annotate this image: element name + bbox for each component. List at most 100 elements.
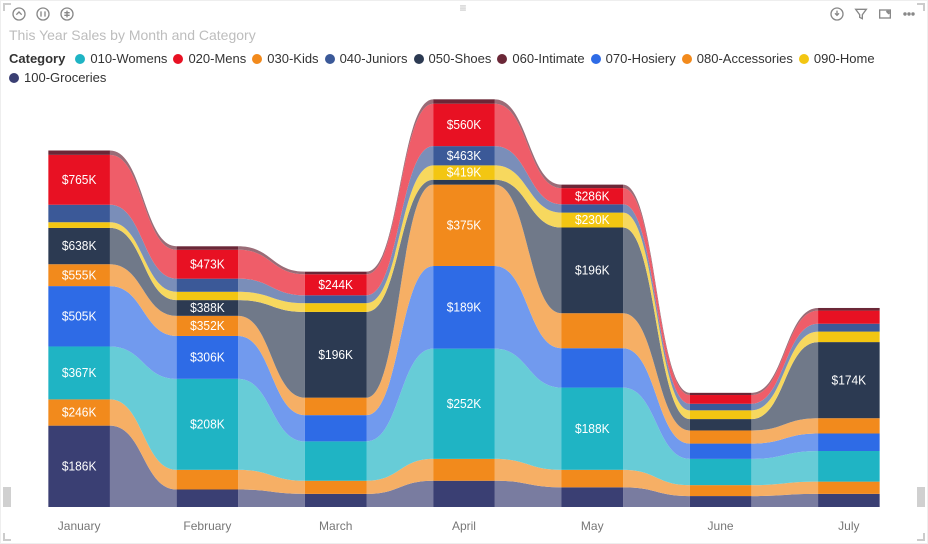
ribbon-segment[interactable]: [177, 246, 239, 249]
legend-text: 080-Accessories: [697, 51, 793, 66]
ribbon-segment[interactable]: [561, 313, 623, 348]
filter-icon[interactable]: [850, 3, 872, 25]
ribbon-segment[interactable]: [433, 180, 495, 185]
ribbon-segment[interactable]: [48, 205, 110, 222]
legend-item[interactable]: 060-Intimate: [497, 51, 584, 66]
data-label: $555K: [62, 268, 97, 282]
x-tick: March: [272, 519, 400, 533]
data-label: $560K: [447, 118, 482, 132]
ribbon-segment[interactable]: [690, 485, 752, 496]
legend-swatch: [414, 54, 424, 64]
legend-text: 030-Kids: [267, 51, 318, 66]
ribbon-segment[interactable]: [177, 279, 239, 292]
ribbon-segment[interactable]: [690, 393, 752, 395]
focus-mode-icon[interactable]: [874, 3, 896, 25]
legend-text: 050-Shoes: [429, 51, 492, 66]
ribbon-segment[interactable]: [305, 481, 367, 494]
resize-handle[interactable]: [917, 3, 925, 11]
ribbon-segment[interactable]: [305, 494, 367, 507]
x-tick: April: [400, 519, 528, 533]
data-label: $352K: [190, 319, 225, 333]
drill-down-icon[interactable]: [32, 3, 54, 25]
ribbon-segment[interactable]: [690, 496, 752, 507]
resize-handle[interactable]: [3, 3, 11, 11]
ribbon-segment[interactable]: [818, 482, 880, 494]
ribbon-segment[interactable]: [690, 419, 752, 430]
ribbon-segment[interactable]: [818, 494, 880, 507]
ribbon-segment[interactable]: [177, 470, 239, 490]
data-label: $244K: [318, 278, 353, 292]
legend-swatch: [173, 54, 183, 64]
ribbon-segment[interactable]: [48, 222, 110, 228]
ribbon-segment[interactable]: [305, 415, 367, 441]
drill-up-icon[interactable]: [8, 3, 30, 25]
ribbon-segment[interactable]: [818, 332, 880, 342]
ribbon-segment[interactable]: [690, 430, 752, 443]
ribbon-segment[interactable]: [690, 395, 752, 404]
ribbon-segment[interactable]: [177, 292, 239, 300]
data-label: $463K: [447, 149, 482, 163]
ribbon-segment[interactable]: [818, 418, 880, 433]
resize-handle[interactable]: [917, 533, 925, 541]
ribbon-segment[interactable]: [818, 324, 880, 332]
ribbon-segment[interactable]: [177, 490, 239, 507]
legend-item[interactable]: 030-Kids: [252, 51, 318, 66]
expand-all-icon[interactable]: [56, 3, 78, 25]
ribbon-segment[interactable]: [305, 295, 367, 303]
ribbon-segment[interactable]: [561, 348, 623, 387]
legend-label: Category: [9, 51, 65, 66]
ribbon-segment[interactable]: [690, 410, 752, 419]
ribbon-segment[interactable]: [305, 272, 367, 275]
legend-item[interactable]: 100-Groceries: [9, 70, 106, 85]
legend-item[interactable]: 070-Hosiery: [591, 51, 676, 66]
ribbon-segment[interactable]: [305, 303, 367, 312]
legend-text: 100-Groceries: [24, 70, 106, 85]
ribbon-segment[interactable]: [305, 398, 367, 415]
ribbon-segment[interactable]: [818, 308, 880, 311]
legend-item[interactable]: 010-Womens: [75, 51, 167, 66]
ribbon-segment[interactable]: [690, 404, 752, 411]
legend-item[interactable]: 050-Shoes: [414, 51, 492, 66]
legend-text: 020-Mens: [188, 51, 246, 66]
data-label: $638K: [62, 239, 97, 253]
data-label: $188K: [575, 422, 610, 436]
legend-text: 070-Hosiery: [606, 51, 676, 66]
scroll-handle-right[interactable]: [917, 487, 925, 507]
ribbon-segment[interactable]: [818, 434, 880, 451]
data-label: $505K: [62, 309, 97, 323]
data-label: $473K: [190, 257, 225, 271]
legend-item[interactable]: 040-Juniors: [325, 51, 408, 66]
ribbon-segment[interactable]: [305, 441, 367, 480]
legend-item[interactable]: 020-Mens: [173, 51, 246, 66]
ribbon-segment[interactable]: [818, 311, 880, 324]
scroll-handle-left[interactable]: [3, 487, 11, 507]
legend-text: 010-Womens: [90, 51, 167, 66]
ribbon-segment[interactable]: [561, 470, 623, 487]
data-label: $286K: [575, 189, 610, 203]
data-label: $230K: [575, 213, 610, 227]
chart-title: This Year Sales by Month and Category: [1, 27, 927, 49]
ribbon-segment[interactable]: [433, 99, 495, 103]
legend-swatch: [682, 54, 692, 64]
data-label: $208K: [190, 417, 225, 431]
data-label: $419K: [447, 166, 482, 180]
ribbon-segment[interactable]: [818, 451, 880, 482]
ribbon-segment[interactable]: [433, 481, 495, 507]
data-label: $306K: [190, 350, 225, 364]
drag-handle[interactable]: ≡: [459, 1, 468, 15]
ribbon-segment[interactable]: [561, 487, 623, 507]
ribbon-segment[interactable]: [690, 444, 752, 459]
export-icon[interactable]: [826, 3, 848, 25]
legend-item[interactable]: 090-Home: [799, 51, 875, 66]
ribbon-segment[interactable]: [561, 185, 623, 188]
data-label: $174K: [832, 373, 867, 387]
resize-handle[interactable]: [3, 533, 11, 541]
data-label: $186K: [62, 459, 97, 473]
ribbon-segment[interactable]: [433, 459, 495, 481]
ribbon-segment[interactable]: [690, 459, 752, 485]
ribbon-segment[interactable]: [48, 150, 110, 154]
ribbon-chart[interactable]: $186K$246K$367K$208K$252K$188K$505K$306K…: [15, 91, 913, 507]
ribbon-segment[interactable]: [561, 204, 623, 212]
data-label: $189K: [447, 300, 482, 314]
legend-item[interactable]: 080-Accessories: [682, 51, 793, 66]
